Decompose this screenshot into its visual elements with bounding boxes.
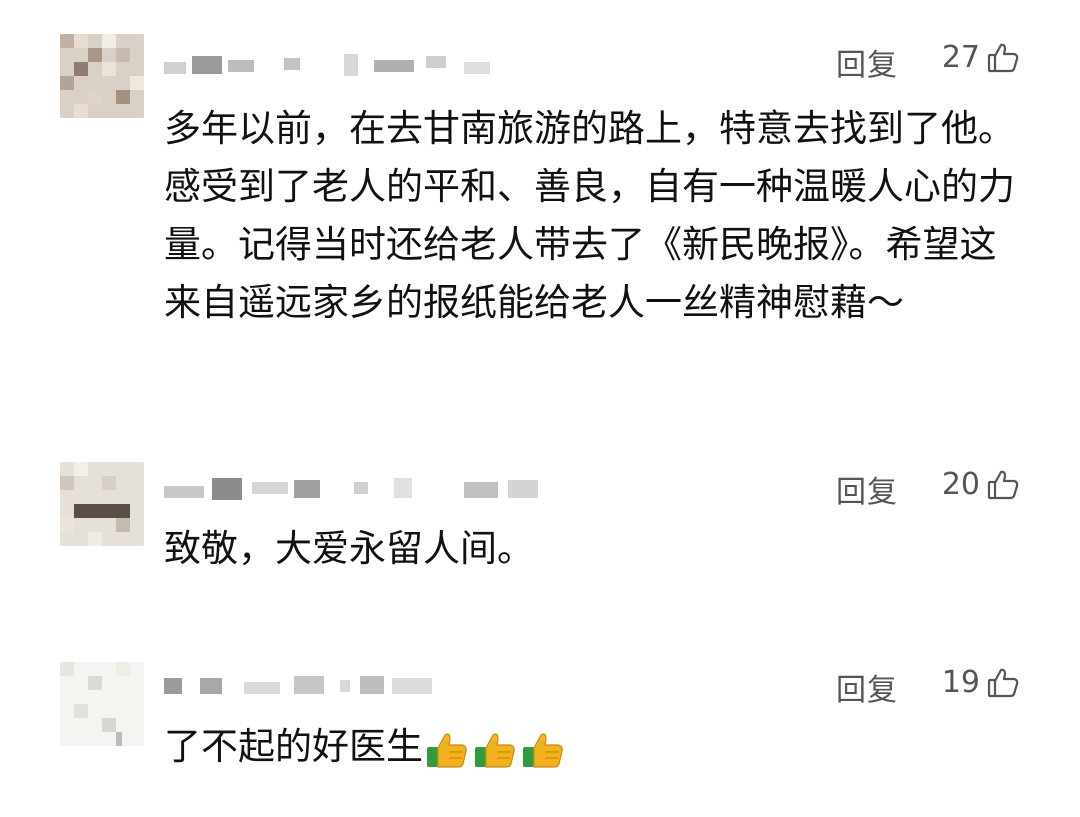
comment-text: 致敬，大爱永留人间。 (164, 527, 534, 570)
thumbs-up-outline-icon (987, 668, 1019, 697)
like-button[interactable]: 19 (942, 665, 1020, 700)
comment-text: 多年以前，在去甘南旅游的路上，特意去找到了他。感受到了老人的平和、善良，自有一种… (164, 107, 1015, 324)
reply-button[interactable]: 回复 (836, 467, 898, 511)
thumbs-up-emoji (425, 727, 469, 771)
like-button[interactable]: 27 (942, 40, 1020, 75)
reply-button[interactable]: 回复 (836, 40, 898, 84)
thumbs-up-emoji (473, 727, 517, 771)
thumbs-up-emoji (521, 727, 565, 771)
comment-body: 了不起的好医生 (164, 718, 1024, 776)
username-blurred[interactable] (164, 52, 504, 78)
like-count: 20 (941, 467, 980, 502)
avatar[interactable] (60, 662, 144, 746)
avatar[interactable] (60, 34, 144, 118)
avatar[interactable] (60, 462, 144, 546)
username-blurred[interactable] (164, 476, 538, 502)
like-count: 19 (941, 665, 980, 700)
username-blurred[interactable] (164, 672, 504, 698)
thumbs-up-outline-icon (987, 470, 1019, 499)
emoji-group (425, 727, 569, 771)
comment-text: 了不起的好医生 (164, 725, 423, 768)
thumbs-up-outline-icon (987, 43, 1019, 72)
like-count: 27 (941, 40, 980, 75)
like-button[interactable]: 20 (942, 467, 1020, 502)
reply-button[interactable]: 回复 (836, 665, 898, 709)
